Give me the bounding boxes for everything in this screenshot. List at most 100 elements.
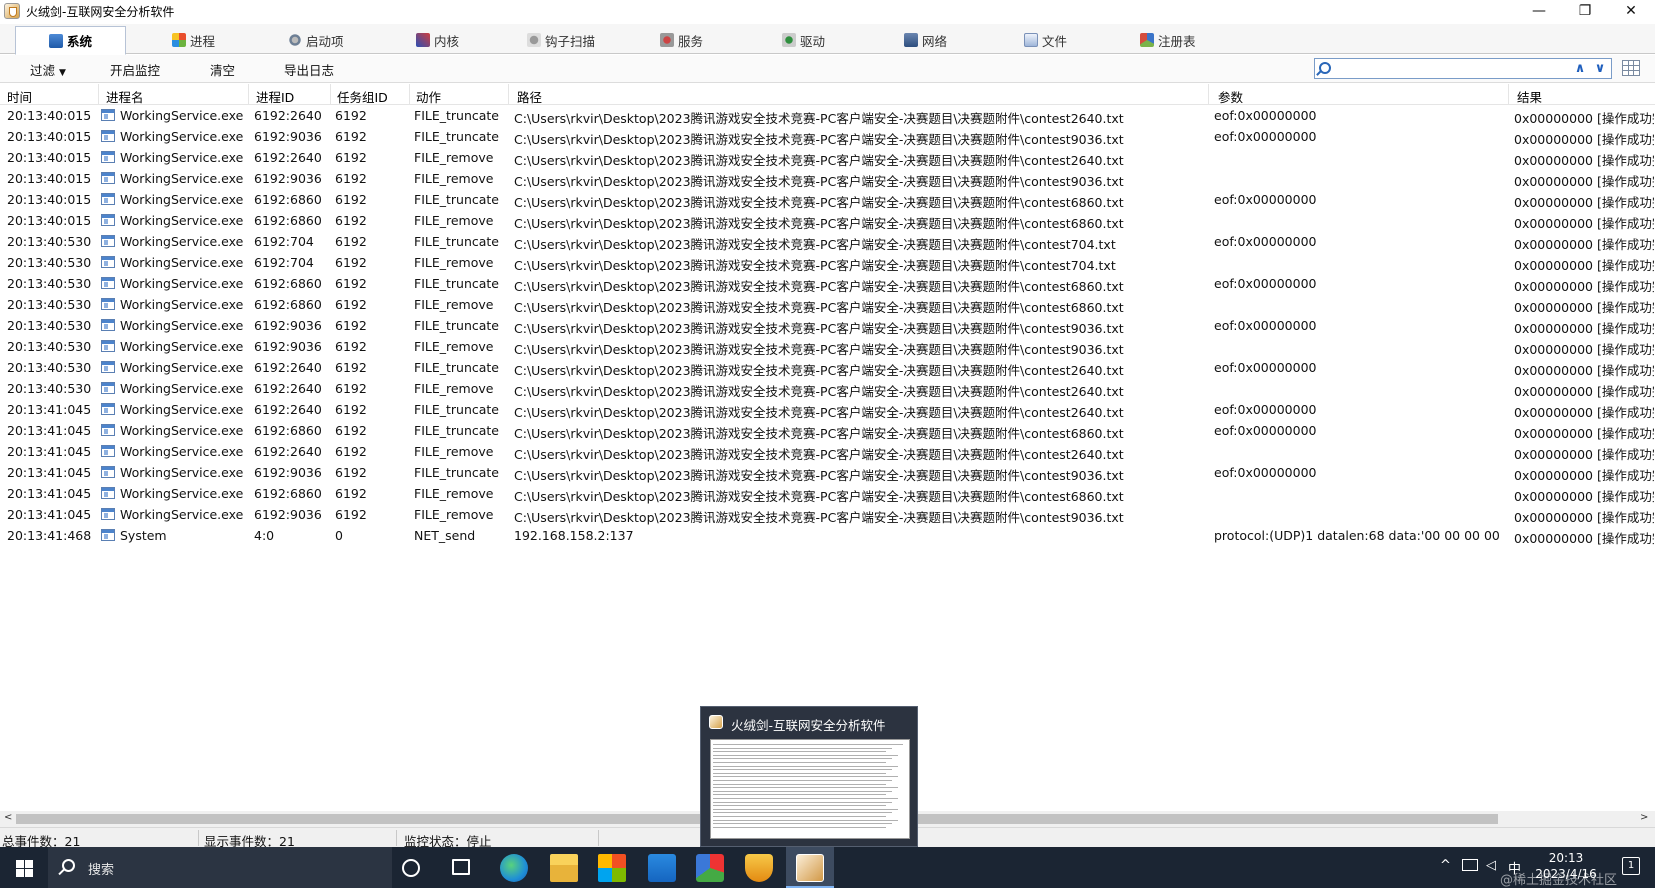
- tab-startup[interactable]: 启动项: [288, 26, 344, 54]
- column-header-path[interactable]: 路径: [517, 87, 542, 106]
- table-row[interactable]: 20:13:40:530 WorkingService.exe 6192:2640 6…: [0, 378, 1655, 399]
- table-row[interactable]: 20:13:41:045 WorkingService.exe 6192:9036 6…: [0, 462, 1655, 483]
- cell-time: 20:13:40:015: [7, 129, 92, 144]
- cell-action: FILE_remove: [414, 255, 494, 270]
- task-view-icon[interactable]: [452, 859, 470, 875]
- column-header-task-group-id[interactable]: 任务组ID: [337, 87, 388, 106]
- export-log-button[interactable]: 导出日志: [284, 60, 334, 79]
- cell-result: 0x00000000 [操作成功完成: [1514, 279, 1654, 294]
- minimize-button[interactable]: —: [1516, 0, 1562, 22]
- file-explorer-icon[interactable]: [550, 854, 578, 882]
- table-row[interactable]: 20:13:41:045 WorkingService.exe 6192:6860 6…: [0, 483, 1655, 504]
- maximize-button[interactable]: ❐: [1562, 0, 1608, 22]
- search-prev-button[interactable]: ∧: [1571, 59, 1589, 78]
- taskbar-thumbnail-preview[interactable]: 火绒剑-互联网安全分析软件: [700, 706, 918, 847]
- table-row[interactable]: 20:13:40:530 WorkingService.exe 6192:6860 6…: [0, 273, 1655, 294]
- cell-params: eof:0x00000000: [1214, 318, 1317, 333]
- tab-network[interactable]: 网络: [904, 26, 947, 54]
- cell-path: C:\Users\rkvir\Desktop\2023腾讯游戏安全技术竞赛-PC…: [514, 468, 1124, 483]
- tab-service[interactable]: 服务: [660, 26, 703, 54]
- table-row[interactable]: 20:13:40:015 WorkingService.exe 6192:6860 6…: [0, 210, 1655, 231]
- search-icon: [1319, 62, 1331, 74]
- cell-process-id: 6192:2640: [254, 108, 322, 123]
- toolbox-app-icon[interactable]: [696, 854, 724, 882]
- edge-browser-icon[interactable]: [500, 854, 528, 882]
- cell-process-name: WorkingService.exe: [120, 192, 244, 207]
- table-row[interactable]: 20:13:40:530 WorkingService.exe 6192:6860 6…: [0, 294, 1655, 315]
- column-settings-icon[interactable]: [1622, 60, 1640, 76]
- table-row[interactable]: 20:13:41:468 System 4:0 0 NET_send 192.168.15…: [0, 525, 1655, 546]
- cell-task-group-id: 6192: [335, 255, 367, 270]
- column-divider[interactable]: [1208, 84, 1209, 105]
- process-window-icon: [101, 277, 115, 289]
- process-window-icon: [101, 340, 115, 352]
- scroll-right-icon[interactable]: >: [1640, 812, 1648, 823]
- network-tray-icon[interactable]: [1462, 859, 1478, 871]
- column-divider[interactable]: [1508, 84, 1509, 105]
- cell-process-id: 6192:6860: [254, 486, 322, 501]
- table-row[interactable]: 20:13:40:015 WorkingService.exe 6192:6860 6…: [0, 189, 1655, 210]
- tab-registry[interactable]: 注册表: [1140, 26, 1196, 54]
- notification-center-icon[interactable]: 1: [1622, 857, 1640, 875]
- cell-process-name: WorkingService.exe: [120, 108, 244, 123]
- table-row[interactable]: 20:13:41:045 WorkingService.exe 6192:2640 6…: [0, 399, 1655, 420]
- cell-time: 20:13:41:045: [7, 423, 92, 438]
- column-divider[interactable]: [248, 84, 249, 105]
- thumbnail-line: [713, 765, 898, 767]
- search-input[interactable]: [1337, 60, 1537, 77]
- microsoft-store-icon[interactable]: [598, 854, 626, 882]
- column-divider[interactable]: [508, 84, 509, 105]
- clear-button[interactable]: 清空: [210, 60, 235, 79]
- tab-process[interactable]: 进程: [172, 26, 215, 54]
- filter-dropdown[interactable]: 过滤 ▼: [30, 60, 66, 79]
- column-divider[interactable]: [409, 84, 410, 105]
- tab-hook-scan[interactable]: 钩子扫描: [527, 26, 595, 54]
- column-header-action[interactable]: 动作: [416, 87, 441, 106]
- table-row[interactable]: 20:13:41:045 WorkingService.exe 6192:9036 6…: [0, 504, 1655, 525]
- table-row[interactable]: 20:13:40:015 WorkingService.exe 6192:9036 6…: [0, 168, 1655, 189]
- column-header-process-name[interactable]: 进程名: [106, 87, 144, 106]
- tab-label: 文件: [1042, 33, 1068, 49]
- cell-process-id: 6192:9036: [254, 465, 322, 480]
- table-row[interactable]: 20:13:40:530 WorkingService.exe 6192:9036 6…: [0, 336, 1655, 357]
- table-row[interactable]: 20:13:40:530 WorkingService.exe 6192:704 61…: [0, 252, 1655, 273]
- table-row[interactable]: 20:13:40:015 WorkingService.exe 6192:2640 6…: [0, 105, 1655, 126]
- start-monitor-button[interactable]: 开启监控: [110, 60, 160, 79]
- tab-label: 服务: [678, 33, 704, 49]
- close-button[interactable]: ✕: [1608, 0, 1654, 22]
- cell-process-name: WorkingService.exe: [120, 129, 244, 144]
- table-row[interactable]: 20:13:40:015 WorkingService.exe 6192:9036 6…: [0, 126, 1655, 147]
- column-header-params[interactable]: 参数: [1218, 87, 1243, 106]
- cell-action: FILE_remove: [414, 507, 494, 522]
- cell-action: FILE_remove: [414, 171, 494, 186]
- taskbar-search-box[interactable]: 搜索: [48, 847, 392, 888]
- thumbnail-line: [713, 762, 886, 763]
- start-button[interactable]: [0, 847, 48, 888]
- table-row[interactable]: 20:13:41:045 WorkingService.exe 6192:2640 6…: [0, 441, 1655, 462]
- column-header-time[interactable]: 时间: [7, 87, 32, 106]
- table-row[interactable]: 20:13:41:045 WorkingService.exe 6192:6860 6…: [0, 420, 1655, 441]
- taskbar-item-huorong[interactable]: [786, 847, 834, 888]
- tab-driver[interactable]: 驱动: [782, 26, 825, 54]
- mail-icon[interactable]: [648, 854, 676, 882]
- search-next-button[interactable]: ∨: [1591, 59, 1609, 78]
- column-divider[interactable]: [330, 84, 331, 105]
- tab-kernel[interactable]: 内核: [416, 26, 459, 54]
- column-header-process-id[interactable]: 进程ID: [256, 87, 294, 106]
- cell-time: 20:13:40:530: [7, 255, 92, 270]
- tab-system[interactable]: 系统: [15, 26, 126, 55]
- tab-file[interactable]: 文件: [1024, 26, 1067, 54]
- cell-action: FILE_remove: [414, 486, 494, 501]
- column-divider[interactable]: [98, 84, 99, 105]
- table-row[interactable]: 20:13:40:530 WorkingService.exe 6192:704 61…: [0, 231, 1655, 252]
- cortana-icon[interactable]: [402, 859, 420, 877]
- column-header-result[interactable]: 结果: [1517, 87, 1542, 106]
- cell-process-name: WorkingService.exe: [120, 213, 244, 228]
- table-row[interactable]: 20:13:40:015 WorkingService.exe 6192:2640 6…: [0, 147, 1655, 168]
- scroll-left-icon[interactable]: <: [4, 812, 12, 823]
- volume-tray-icon[interactable]: ◁: [1486, 858, 1496, 873]
- tray-overflow-icon[interactable]: ^: [1440, 858, 1451, 873]
- table-row[interactable]: 20:13:40:530 WorkingService.exe 6192:9036 6…: [0, 315, 1655, 336]
- security-shield-icon[interactable]: [745, 854, 773, 882]
- table-row[interactable]: 20:13:40:530 WorkingService.exe 6192:2640 6…: [0, 357, 1655, 378]
